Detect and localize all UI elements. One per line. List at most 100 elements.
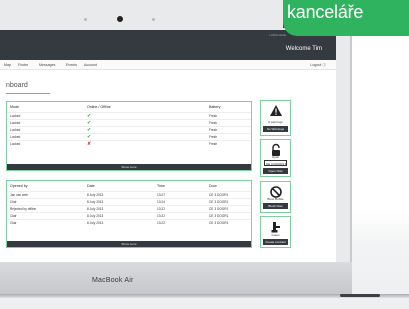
block-now-label: Block Now [268,204,283,209]
guest-card: Guest Create contract [260,216,291,248]
column-header-opened-by: Opened by [10,184,28,188]
mode-cell: Locked [10,114,21,118]
bezel-dot [152,18,155,21]
main-nav: Map Finder Messages Events Account Logou… [0,60,336,70]
door-cell: CE 3 DOOR1 [209,214,229,218]
app-screen: LANGUAGE Welcome Tim Map Finder Messages… [0,30,336,262]
date-cell: 8 July 2013 [87,193,104,197]
opened-by-cell: Clair [10,221,17,225]
no-warnings-button[interactable]: No Warnings [263,126,288,132]
create-contract-label: Create contract [265,240,286,245]
table-row[interactable]: Locked ✘ Fresh [7,140,251,147]
nav-map[interactable]: Map [4,63,11,67]
welcome-text: Welcome Tim [285,46,322,52]
date-cell: 8 July 2013 [87,214,104,218]
opened-by-cell: Rejected by offline [10,207,37,211]
table-row[interactable]: Clair 8 July 2013 13:24 CE 3 DOOR1 [7,198,251,204]
table-row[interactable]: Rejected by offline 8 July 2013 13:22 CE… [7,205,251,211]
mode-cell: Locked [10,142,21,146]
mode-cell: Locked [10,128,21,132]
block-mobile-label: Blow Mobile [267,197,284,201]
mode-cell: Locked [10,135,21,139]
open-now-label: Open Now [268,169,283,174]
screen-bezel: LANGUAGE Welcome Tim Map Finder Messages… [0,0,350,262]
nav-messages[interactable]: Messages [39,63,55,67]
column-header-time: Time [157,184,165,188]
nav-finder[interactable]: Finder [18,63,28,67]
time-cell: 13:24 [157,200,165,204]
laptop-base [0,262,352,294]
locks-panel-header: Mode Online / Offline Battery [7,102,251,112]
online-check-icon: ✔ [87,126,92,133]
opened-by-cell: Clair [10,200,17,204]
app-header: LANGUAGE Welcome Tim [0,30,336,60]
block-mobile-card: Blow Mobile Block Now [260,181,291,213]
guest-label: Guest [271,233,280,237]
warnings-count: 0 warnings [268,120,283,124]
time-cell: 13:22 [157,214,165,218]
table-row[interactable]: Locked ✔ Fresh [7,119,251,126]
column-header-date: Date [87,184,95,188]
table-row[interactable]: Jan van web 8 July 2013 13:27 CE 3 DOOR1 [7,191,251,197]
online-check-icon: ✔ [87,133,92,140]
no-warnings-label: No Warnings [266,127,285,132]
door-cell: CE 3 DOOR1 [209,193,229,197]
time-cell: 13:22 [157,221,165,225]
column-header-door: Door [209,184,217,188]
laptop-model-label: MacBook Air [92,277,134,284]
table-row[interactable]: Clair 8 July 2013 13:22 CE 3 DOOR1 [7,212,251,218]
key-icon [271,222,280,233]
mode-cell: Locked [10,121,21,125]
battery-cell: Fresh [209,114,218,118]
warning-icon [270,105,282,116]
brand-tag-text: kanceláře [287,2,364,22]
battery-cell: Fresh [209,142,218,146]
page-title: nboard [6,82,28,89]
show-more-label: Show more [121,242,137,246]
date-cell: 8 July 2013 [87,207,104,211]
table-row[interactable]: Locked ✔ Fresh [7,112,251,119]
show-more-button[interactable]: Show more [7,164,251,170]
logout-link[interactable]: Logout ⓘ [310,63,326,68]
battery-cell: Fresh [209,121,218,125]
date-cell: 8 July 2013 [87,221,104,225]
locks-panel: Mode Online / Offline Battery Locked ✔ F… [6,101,252,171]
open-label: Open [271,155,280,159]
warnings-card: 0 warnings No Warnings [260,100,291,136]
laptop-notch [340,294,380,297]
table-row[interactable]: Clair 8 July 2013 13:22 CE 3 DOOR1 [7,219,251,225]
door-cell: CE 3 DOOR1 [209,200,229,204]
online-check-icon: ✔ [87,112,92,119]
battery-cell: Fresh [209,128,218,132]
column-header-online: Online / Offline [87,105,111,109]
show-more-label: Show more [121,165,137,169]
battery-cell: Fresh [209,135,218,139]
time-cell: 13:27 [157,193,165,197]
language-selector[interactable]: LANGUAGE [269,33,286,37]
door-select-value: CE 3 DOOR1 ▾ [266,161,287,166]
create-contract-button[interactable]: Create contract [263,239,288,245]
column-header-mode: Mode [10,105,19,109]
nav-events[interactable]: Events [66,63,77,67]
opened-by-cell: Jan van web [10,193,28,197]
door-cell: CE 3 DOOR1 [209,221,229,225]
offline-cross-icon: ✘ [87,140,92,147]
table-row[interactable]: Locked ✔ Fresh [7,133,251,140]
events-panel-header: Opened by Date Time Door [7,181,251,191]
date-cell: 8 July 2013 [87,200,104,204]
nav-account[interactable]: Account [84,63,97,67]
show-more-button[interactable]: Show more [7,241,251,247]
online-check-icon: ✔ [87,119,92,126]
open-door-card: Open CE 3 DOOR1 ▾ Open Now [260,139,291,177]
block-now-button[interactable]: Block Now [263,203,288,209]
bezel-dot [84,18,87,21]
opened-by-cell: Clair [10,214,17,218]
door-cell: CE 3 DOOR1 [209,207,229,211]
table-row[interactable]: Locked ✔ Fresh [7,126,251,133]
column-header-battery: Battery [209,105,221,109]
time-cell: 13:22 [157,207,165,211]
door-select[interactable]: CE 3 DOOR1 ▾ [264,160,287,166]
camera [117,16,123,22]
open-now-button[interactable]: Open Now [263,168,288,174]
brand-tag: kanceláře [283,0,409,36]
